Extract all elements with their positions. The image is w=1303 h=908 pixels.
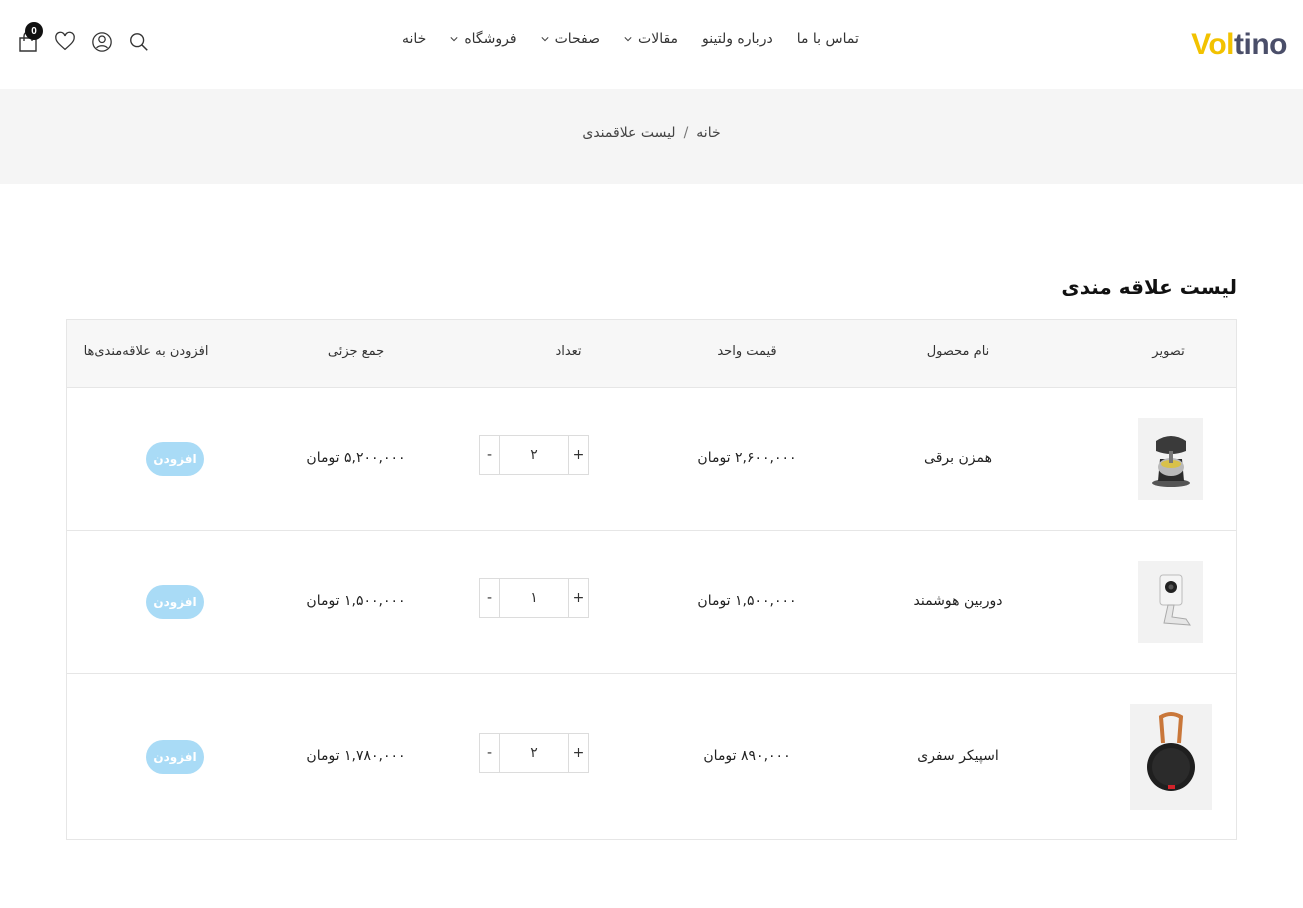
- nav-item-home[interactable]: خانه: [402, 31, 426, 47]
- header-image: تصویر: [1152, 344, 1185, 359]
- quantity-value[interactable]: ۲: [500, 436, 568, 474]
- subtotal: ۱,۷۸۰,۰۰۰ تومان: [306, 748, 406, 764]
- product-name[interactable]: همزن برقی: [858, 450, 1058, 466]
- product-image-speaker[interactable]: [1130, 704, 1212, 810]
- breadcrumb: خانه / لیست علاقمندی: [0, 125, 1303, 141]
- stand-mixer-image: [1151, 436, 1190, 487]
- nav-item-shop[interactable]: فروشگاه: [450, 31, 517, 47]
- quantity-decrease-button[interactable]: -: [480, 734, 500, 772]
- quantity-stepper[interactable]: - ۲ +: [479, 733, 589, 773]
- user-icon: [92, 32, 112, 52]
- product-image-camera[interactable]: [1138, 561, 1203, 643]
- nav-item-about[interactable]: درباره ولتینو: [702, 31, 773, 47]
- header-product-name: نام محصول: [926, 344, 990, 359]
- quantity-increase-button[interactable]: +: [568, 734, 588, 772]
- site-header: Voltino خانه فروشگاه صفحات مقالات درباره…: [0, 0, 1303, 89]
- quantity-stepper[interactable]: - ۱ +: [479, 578, 589, 618]
- quantity-increase-button[interactable]: +: [568, 579, 588, 617]
- add-button[interactable]: افزودن: [146, 740, 204, 774]
- header-add-to-wishlist: افزودن به علاقه‌مندی‌ها: [83, 344, 209, 359]
- table-row: همزن برقی ۲,۶۰۰,۰۰۰ تومان - ۲ + ۵,۲۰۰,۰۰…: [67, 388, 1236, 531]
- quantity-value[interactable]: ۱: [500, 579, 568, 617]
- quantity-decrease-button[interactable]: -: [480, 579, 500, 617]
- quantity-stepper[interactable]: - ۲ +: [479, 435, 589, 475]
- breadcrumb-home[interactable]: خانه: [696, 125, 720, 141]
- quantity-decrease-button[interactable]: -: [480, 436, 500, 474]
- search-icon: [130, 33, 148, 51]
- add-button[interactable]: افزودن: [146, 442, 204, 476]
- table-row: اسپیکر سفری ۸۹۰,۰۰۰ تومان - ۲ + ۱,۷۸۰,۰۰…: [67, 674, 1236, 840]
- breadcrumb-separator: /: [683, 125, 689, 141]
- unit-price: ۸۹۰,۰۰۰ تومان: [703, 748, 791, 764]
- subtotal: ۱,۵۰۰,۰۰۰ تومان: [306, 593, 406, 609]
- add-button[interactable]: افزودن: [146, 585, 204, 619]
- header-quantity: تعداد: [555, 344, 582, 359]
- table-header: تصویر نام محصول قیمت واحد تعداد جمع جزئی…: [67, 320, 1236, 388]
- main-nav: خانه فروشگاه صفحات مقالات درباره ولتینو …: [402, 31, 882, 47]
- breadcrumb-current: لیست علاقمندی: [582, 125, 676, 141]
- heart-icon: [55, 31, 75, 51]
- chevron-down-icon: [624, 37, 632, 42]
- unit-price: ۲,۶۰۰,۰۰۰ تومان: [697, 450, 797, 466]
- wishlist-table: تصویر نام محصول قیمت واحد تعداد جمع جزئی…: [66, 319, 1237, 840]
- product-name[interactable]: دوربین هوشمند: [858, 593, 1058, 609]
- wishlist-button[interactable]: [53, 30, 77, 54]
- header-subtotal: جمع جزئی: [327, 344, 385, 359]
- brand-logo[interactable]: Voltino: [1191, 28, 1287, 62]
- table-row: دوربین هوشمند ۱,۵۰۰,۰۰۰ تومان - ۱ + ۱,۵۰…: [67, 531, 1236, 674]
- search-button[interactable]: [127, 30, 151, 54]
- page-title: لیست علاقه مندی: [1061, 275, 1237, 299]
- portable-speaker-image: [1147, 712, 1195, 791]
- unit-price: ۱,۵۰۰,۰۰۰ تومان: [697, 593, 797, 609]
- chevron-down-icon: [541, 37, 549, 42]
- breadcrumb-band: خانه / لیست علاقمندی: [0, 89, 1303, 184]
- smart-camera-image: [1159, 574, 1191, 626]
- product-name[interactable]: اسپیکر سفری: [858, 748, 1058, 764]
- subtotal: ۵,۲۰۰,۰۰۰ تومان: [306, 450, 406, 466]
- quantity-value[interactable]: ۲: [500, 734, 568, 772]
- header-unit-price: قیمت واحد: [717, 344, 777, 359]
- cart-count-badge: 0: [25, 22, 43, 40]
- product-image-mixer[interactable]: [1138, 418, 1203, 500]
- quantity-increase-button[interactable]: +: [568, 436, 588, 474]
- cart-button[interactable]: 0: [16, 22, 43, 54]
- chevron-down-icon: [450, 37, 458, 42]
- account-button[interactable]: [90, 30, 114, 54]
- header-icons: 0: [16, 22, 164, 54]
- nav-item-pages[interactable]: صفحات: [541, 31, 600, 47]
- nav-item-articles[interactable]: مقالات: [624, 31, 678, 47]
- nav-item-contact[interactable]: تماس با ما: [797, 31, 859, 47]
